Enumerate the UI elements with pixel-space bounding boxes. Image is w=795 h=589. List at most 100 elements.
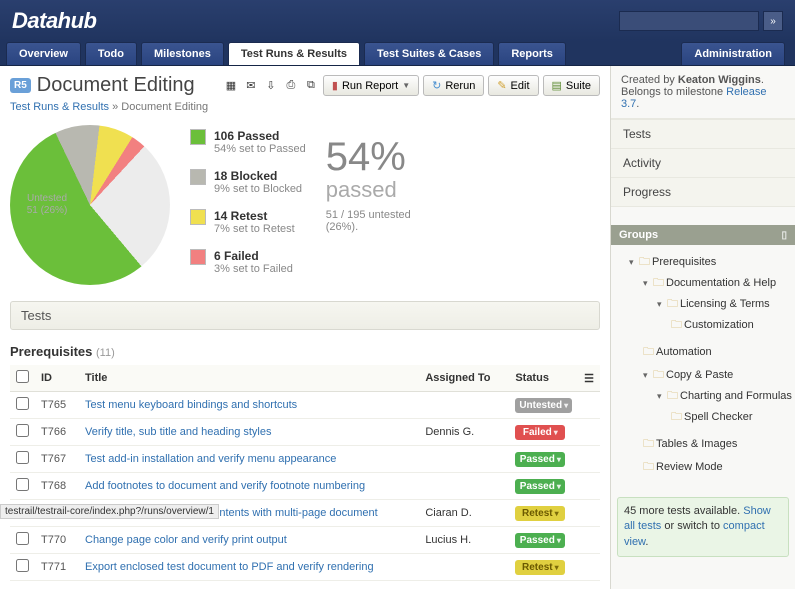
tree-node[interactable]: 🗀Tables & Images bbox=[643, 433, 791, 456]
refresh-icon: ↻ bbox=[432, 79, 441, 92]
col-status[interactable]: Status bbox=[509, 365, 578, 392]
tree-label[interactable]: Charting and Formulas bbox=[680, 390, 792, 402]
sidebar-note: 45 more tests available. Show all tests … bbox=[617, 497, 789, 557]
edit-button[interactable]: ✎ Edit bbox=[488, 75, 538, 96]
tree-node[interactable]: 🗀Review Mode bbox=[643, 456, 791, 479]
tree-twisty-icon[interactable]: ▾ bbox=[643, 370, 653, 381]
copy-icon[interactable]: ⧉ bbox=[303, 78, 319, 94]
test-id: T765 bbox=[35, 392, 79, 419]
tree-node[interactable]: ▾🗀Prerequisites▾🗀Documentation & Help▾🗀L… bbox=[629, 251, 791, 481]
tree-label[interactable]: Automation bbox=[656, 346, 712, 358]
test-title-link[interactable]: Add footnotes to document and verify foo… bbox=[85, 480, 365, 492]
status-pill[interactable]: Untested bbox=[515, 398, 572, 413]
nav-tab-administration[interactable]: Administration bbox=[681, 42, 785, 65]
table-row: T771 Export enclosed test document to PD… bbox=[10, 554, 600, 581]
nav-tab-todo[interactable]: Todo bbox=[85, 42, 137, 65]
export-icon[interactable]: ⇩ bbox=[263, 78, 279, 94]
search-go-button[interactable]: » bbox=[763, 11, 783, 31]
status-pill[interactable]: Passed bbox=[515, 479, 565, 494]
breadcrumb: Test Runs & Results » Document Editing bbox=[10, 101, 600, 113]
legend-swatch bbox=[190, 169, 206, 185]
groups-collapse-icon[interactable]: ▯ bbox=[781, 230, 787, 241]
row-checkbox[interactable] bbox=[16, 532, 29, 545]
assigned-to bbox=[419, 554, 509, 581]
legend-row: 14 Retest 7% set to Retest bbox=[190, 209, 306, 235]
legend-sub: 3% set to Failed bbox=[214, 263, 293, 275]
tree-node[interactable]: ▾🗀Copy & Paste▾🗀Charting and Formulas🗀Sp… bbox=[643, 364, 791, 433]
print-icon[interactable]: ⎙ bbox=[283, 78, 299, 94]
tree-node[interactable]: 🗀Customization bbox=[671, 314, 791, 337]
tree-label[interactable]: Spell Checker bbox=[684, 411, 752, 423]
test-title-link[interactable]: Change page color and verify print outpu… bbox=[85, 534, 287, 546]
sidebar-tab-tests[interactable]: Tests bbox=[611, 119, 795, 149]
tree-label[interactable]: Tables & Images bbox=[656, 438, 737, 450]
suite-button[interactable]: ▤ Suite bbox=[543, 75, 600, 96]
status-pie-chart: Untested 51 (26%) bbox=[10, 125, 170, 285]
breadcrumb-root[interactable]: Test Runs & Results bbox=[10, 101, 109, 113]
tests-section-bar: Tests bbox=[10, 301, 600, 330]
tree-twisty-icon[interactable]: ▾ bbox=[657, 299, 667, 310]
search-input[interactable] bbox=[619, 11, 759, 31]
mail-icon[interactable]: ✉ bbox=[243, 78, 259, 94]
tree-label[interactable]: Documentation & Help bbox=[666, 277, 776, 289]
status-pill[interactable]: Retest bbox=[515, 560, 565, 575]
app-logo[interactable]: Datahub bbox=[12, 8, 97, 34]
status-pill[interactable]: Failed bbox=[515, 425, 565, 440]
row-checkbox[interactable] bbox=[16, 397, 29, 410]
legend-sub: 9% set to Blocked bbox=[214, 183, 302, 195]
col-title[interactable]: Title bbox=[79, 365, 419, 392]
groups-tree: ▾🗀Prerequisites▾🗀Documentation & Help▾🗀L… bbox=[611, 245, 795, 491]
nav-tab-reports[interactable]: Reports bbox=[498, 42, 566, 65]
assigned-to: Ciaran D. bbox=[419, 500, 509, 527]
group-heading: Prerequisites (11) bbox=[10, 344, 600, 359]
folder-icon: 🗀 bbox=[667, 390, 678, 402]
select-all-checkbox[interactable] bbox=[16, 370, 29, 383]
tree-label[interactable]: Customization bbox=[684, 319, 754, 331]
tree-node[interactable]: 🗀Automation bbox=[643, 341, 791, 364]
test-title-link[interactable]: Test add-in installation and verify menu… bbox=[85, 453, 336, 465]
tree-label[interactable]: Copy & Paste bbox=[666, 369, 733, 381]
status-pill[interactable]: Passed bbox=[515, 533, 565, 548]
legend-swatch bbox=[190, 209, 206, 225]
tree-node[interactable]: 🗀Spell Checker bbox=[671, 406, 791, 429]
legend-title: 18 Blocked bbox=[214, 169, 302, 183]
row-checkbox[interactable] bbox=[16, 559, 29, 572]
test-title-link[interactable]: Export enclosed test document to PDF and… bbox=[85, 561, 374, 573]
tree-label[interactable]: Licensing & Terms bbox=[680, 298, 770, 310]
nav-tab-overview[interactable]: Overview bbox=[6, 42, 81, 65]
tree-node[interactable]: ▾🗀Documentation & Help▾🗀Licensing & Term… bbox=[643, 272, 791, 341]
view-grid-icon[interactable]: ▦ bbox=[223, 78, 239, 94]
nav-tab-test-suites-cases[interactable]: Test Suites & Cases bbox=[364, 42, 494, 65]
tests-table: ID Title Assigned To Status ☰ T765 Test … bbox=[10, 365, 600, 581]
tree-twisty-icon[interactable]: ▾ bbox=[643, 278, 653, 289]
assigned-to: Lucius H. bbox=[419, 527, 509, 554]
sidebar-tab-activity[interactable]: Activity bbox=[611, 149, 795, 178]
table-row: T766 Verify title, sub title and heading… bbox=[10, 419, 600, 446]
sidebar-tab-progress[interactable]: Progress bbox=[611, 178, 795, 207]
legend-swatch bbox=[190, 129, 206, 145]
nav-tab-test-runs-results[interactable]: Test Runs & Results bbox=[228, 42, 360, 65]
col-assigned[interactable]: Assigned To bbox=[419, 365, 509, 392]
test-id: T768 bbox=[35, 473, 79, 500]
run-report-button[interactable]: ▮ Run Report ▼ bbox=[323, 75, 419, 96]
status-pill[interactable]: Retest bbox=[515, 506, 565, 521]
table-row: T770 Change page color and verify print … bbox=[10, 527, 600, 554]
row-checkbox[interactable] bbox=[16, 424, 29, 437]
row-checkbox[interactable] bbox=[16, 478, 29, 491]
row-checkbox[interactable] bbox=[16, 451, 29, 464]
col-id[interactable]: ID bbox=[35, 365, 79, 392]
status-pill[interactable]: Passed bbox=[515, 452, 565, 467]
test-id: T766 bbox=[35, 419, 79, 446]
tree-node[interactable]: ▾🗀Licensing & Terms🗀Customization bbox=[657, 293, 791, 339]
columns-menu-icon[interactable]: ☰ bbox=[578, 365, 600, 392]
test-title-link[interactable]: Test menu keyboard bindings and shortcut… bbox=[85, 399, 297, 411]
test-title-link[interactable]: Verify title, sub title and heading styl… bbox=[85, 426, 272, 438]
nav-tab-milestones[interactable]: Milestones bbox=[141, 42, 224, 65]
tree-twisty-icon[interactable]: ▾ bbox=[657, 391, 667, 402]
rerun-button[interactable]: ↻ Rerun bbox=[423, 75, 484, 96]
tree-twisty-icon[interactable]: ▾ bbox=[629, 257, 639, 268]
tree-label[interactable]: Prerequisites bbox=[652, 256, 716, 268]
test-id: T770 bbox=[35, 527, 79, 554]
tree-label[interactable]: Review Mode bbox=[656, 461, 723, 473]
tree-node[interactable]: ▾🗀Charting and Formulas 🗀Spell Checker bbox=[657, 385, 791, 431]
